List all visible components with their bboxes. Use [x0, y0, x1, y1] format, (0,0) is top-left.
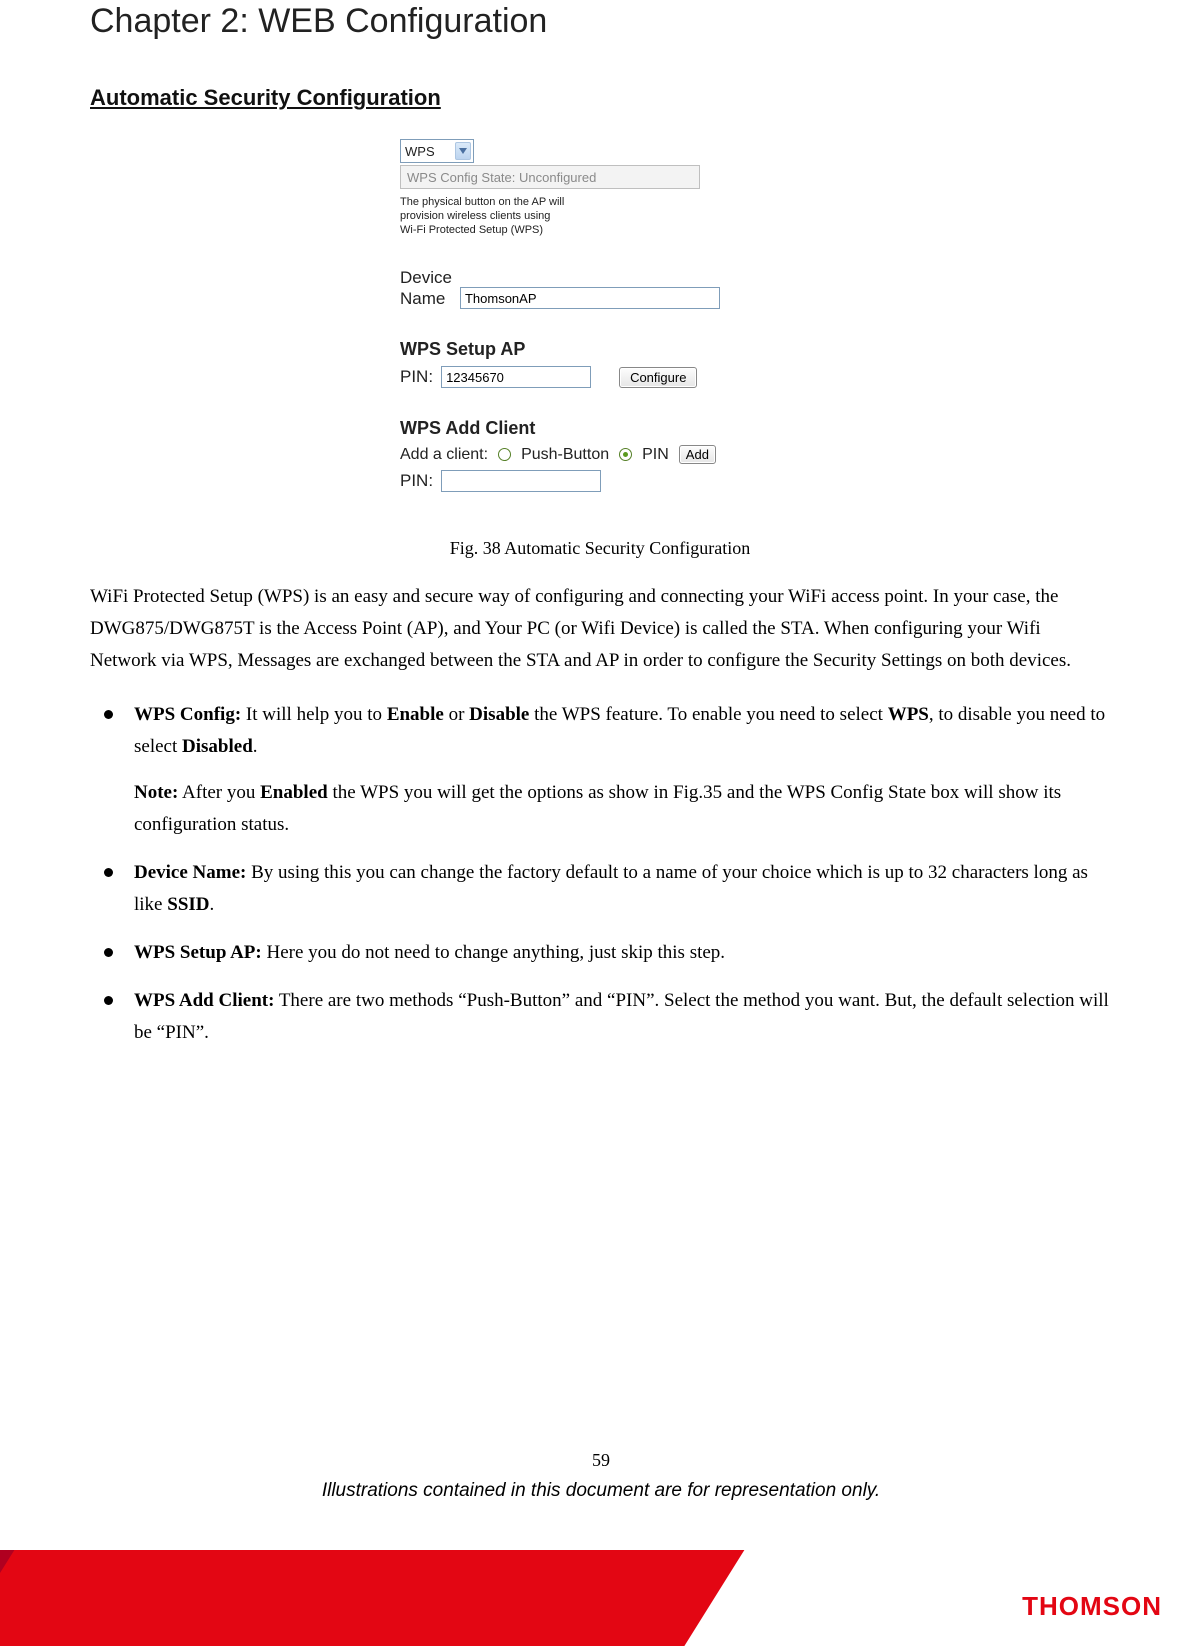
wps-config-select-value: WPS: [405, 144, 435, 159]
bullet-wps-add-client: WPS Add Client: There are two methods “P…: [90, 985, 1110, 1049]
add-client-label: Add a client:: [400, 446, 488, 464]
footer-disclaimer: Illustrations contained in this document…: [0, 1480, 1202, 1502]
bullet-label: WPS Setup AP:: [134, 942, 262, 963]
brand-logo: THOMSON: [1022, 1591, 1162, 1622]
bullet-label: WPS Add Client:: [134, 990, 274, 1011]
bullet-wps-config: WPS Config: It will help you to Enable o…: [90, 699, 1110, 841]
emph: Enabled: [260, 782, 328, 803]
wps-client-pin-label: PIN:: [400, 471, 433, 491]
t: After you: [178, 782, 260, 803]
footer-shape-light: [0, 1550, 753, 1646]
t: By using this you can change the factory…: [134, 862, 1088, 915]
pin-radio[interactable]: [619, 448, 632, 461]
hint-line: Wi-Fi Protected Setup (WPS): [400, 223, 640, 237]
wps-client-pin-row: PIN:: [400, 470, 800, 492]
chevron-down-icon: [455, 142, 471, 160]
push-button-radio-label: Push-Button: [521, 446, 609, 464]
bullet-list: WPS Config: It will help you to Enable o…: [90, 699, 1110, 1049]
figure-caption: Fig. 38 Automatic Security Configuration: [90, 538, 1110, 559]
t: .: [253, 736, 258, 757]
bullet-label: WPS Config:: [134, 704, 241, 725]
device-name-label: Device Name: [400, 267, 452, 309]
wps-add-client-heading: WPS Add Client: [400, 418, 800, 439]
note-label: Note:: [134, 782, 178, 803]
chapter-title: Chapter 2: WEB Configuration: [90, 2, 1110, 41]
t: .: [210, 894, 215, 915]
bullet-label: Device Name:: [134, 862, 246, 883]
wps-setup-pin-input[interactable]: [441, 366, 591, 388]
device-label-line: Device: [400, 267, 452, 288]
wps-client-pin-input[interactable]: [441, 470, 601, 492]
push-button-radio[interactable]: [498, 448, 511, 461]
device-name-row: Device Name: [400, 267, 800, 309]
emph: Enable: [387, 704, 444, 725]
page: Chapter 2: WEB Configuration Automatic S…: [0, 0, 1202, 1646]
emph: SSID: [167, 894, 209, 915]
t: Here you do not need to change anything,…: [262, 942, 725, 963]
bullet-note: Note: After you Enabled the WPS you will…: [134, 777, 1110, 841]
configure-button[interactable]: Configure: [619, 367, 697, 388]
pin-radio-label: PIN: [642, 446, 669, 464]
wps-setup-pin-row: PIN: Configure: [400, 366, 800, 388]
emph: Disable: [469, 704, 529, 725]
t: the WPS feature. To enable you need to s…: [529, 704, 887, 725]
wps-ui-panel: WPS WPS Config State: Unconfigured The p…: [400, 139, 800, 492]
page-number: 59: [0, 1450, 1202, 1471]
t: It will help you to: [241, 704, 387, 725]
t: There are two methods “Push-Button” and …: [134, 990, 1109, 1043]
device-name-input[interactable]: [460, 287, 720, 309]
emph: Disabled: [182, 736, 253, 757]
wps-setup-pin-label: PIN:: [400, 367, 433, 387]
hint-line: provision wireless clients using: [400, 209, 640, 223]
intro-paragraph: WiFi Protected Setup (WPS) is an easy an…: [90, 581, 1110, 677]
hint-line: The physical button on the AP will: [400, 195, 640, 209]
wps-hint-text: The physical button on the AP will provi…: [400, 195, 640, 237]
t: or: [444, 704, 469, 725]
footer-band: THOMSON: [0, 1550, 1202, 1646]
section-title: Automatic Security Configuration: [90, 85, 1110, 111]
content-area: Chapter 2: WEB Configuration Automatic S…: [90, 0, 1110, 1065]
wps-setup-ap-heading: WPS Setup AP: [400, 339, 800, 360]
bullet-wps-setup-ap: WPS Setup AP: Here you do not need to ch…: [90, 937, 1110, 969]
emph: WPS: [888, 704, 929, 725]
bullet-device-name: Device Name: By using this you can chang…: [90, 857, 1110, 921]
figure-wrap: WPS WPS Config State: Unconfigured The p…: [90, 139, 1110, 559]
wps-config-state-box: WPS Config State: Unconfigured: [400, 165, 700, 189]
add-button[interactable]: Add: [679, 445, 716, 464]
wps-add-client-row: Add a client: Push-Button PIN Add: [400, 445, 800, 464]
wps-config-select[interactable]: WPS: [400, 139, 474, 163]
device-label-line: Name: [400, 288, 452, 309]
